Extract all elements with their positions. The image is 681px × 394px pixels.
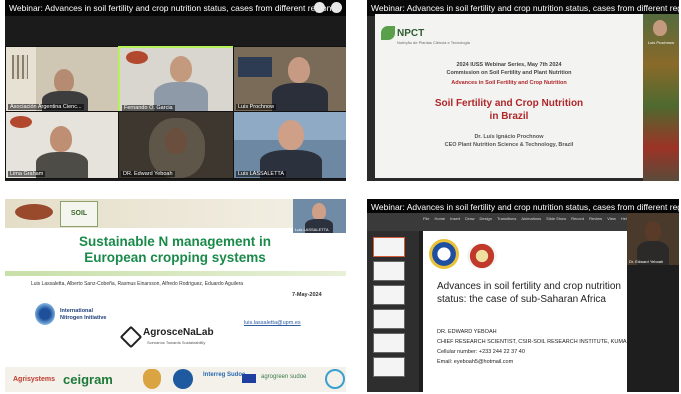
npct-slide-panel: Webinar: Advances in soil fertility and … [367,0,679,181]
slide-title-line2: status: the case of sub-Saharan Africa [437,294,606,305]
presentation-slide: Advances in soil fertility and crop nutr… [423,231,632,392]
interreg-logo: Interreg Sudoe [203,372,246,378]
slide-thumbnail[interactable] [373,333,405,353]
camera-name: Dr. Edward Yeboah [629,259,664,264]
ceigram-logo: ceigram [63,372,113,387]
yeboah-slide-panel: Webinar: Advances in soil fertility and … [367,199,679,392]
participant-name: Luis Prochnow [236,104,277,110]
participant-name: Luis LASSALETTA [236,171,287,177]
ribbon-tab[interactable]: File [423,216,429,221]
iuss-logo-icon [15,204,53,220]
slide-title-line1: Soil Fertility and Crop Nutrition [434,98,584,109]
speaker-position: CHIEF RESEARCH SCIENTIST, CSIR-SOIL RESE… [437,339,632,345]
ini-logo-line1: International [60,308,94,314]
speaker-name: Luis Prochnow [647,40,675,45]
crest-logo-icon [143,369,161,389]
video-title-bar: Webinar: Advances in soil fertility and … [5,0,346,16]
agrogreen-logo: agrogreen sudoe [261,374,307,380]
csir-logo-icon [429,239,459,269]
slide-thumbnail[interactable] [373,357,405,377]
agrosce-logo-icon [119,325,143,349]
eu-flag-icon [242,374,256,383]
ribbon-tab[interactable]: Home [434,216,445,221]
circle-logo-icon [325,369,345,389]
video-title: Webinar: Advances in soil fertility and … [9,3,336,13]
participant-tile[interactable]: Fernando O. Garcia [118,46,236,114]
clock-icon[interactable] [314,2,325,13]
ribbon-tab[interactable]: Insert [450,216,460,221]
slide-thumbnail[interactable] [373,309,405,329]
author-name: Dr. Luís Ignácio Prochnow [474,134,544,140]
participant-name: Asociación Argentina Cienc... [8,104,84,110]
slide-thumbnail[interactable] [373,261,405,281]
npct-logo-subtitle: Nutrição de Plantas Ciência e Tecnologia [397,40,470,45]
slide-title-line1: Sustainable N management in [78,234,272,249]
ribbon-tab[interactable]: Transitions [497,216,516,221]
speaker-camera: Dr. Edward Yeboah [627,213,679,265]
speaker-phone: Cellular number: +233 244 22 37 40 [437,349,525,355]
speaker-camera: Luis LASSALETTA [293,199,346,233]
participant-name: Lima Graham [8,171,46,177]
slide-title-line1: Advances in soil fertility and crop nutr… [437,281,621,292]
zoom-gallery-panel: Webinar: Advances in soil fertility and … [5,0,346,181]
slide-thumbnails [367,231,419,392]
ribbon-tab[interactable]: Record [571,216,584,221]
ribbon-tab[interactable]: Draw [465,216,474,221]
participant-tile[interactable]: Asociación Argentina Cienc... [5,46,119,112]
agrosce-subtitle: Scenarios Towards Sustainability [147,340,206,345]
share-icon[interactable] [331,2,342,13]
npct-logo: NPCT [397,28,425,39]
participant-tile[interactable]: Luis LASSALETTA [233,111,346,179]
speaker-name: DR. EDWARD YEBOAH [437,329,497,335]
lassaletta-slide-panel: SOIL Luis LASSALETTA Sustainable N manag… [5,199,346,392]
video-title: Webinar: Advances in soil fertility and … [371,3,679,13]
ribbon-tab[interactable]: View [607,216,616,221]
slide-title-line2: in Brazil [489,111,529,122]
participant-tile[interactable]: Luis Prochnow [233,46,346,112]
ini-logo-icon [35,303,55,325]
presentation-slide: NPCT Nutrição de Plantas Ciência e Tecno… [375,14,643,178]
slide-title-line2: European cropping systems [84,250,266,265]
webinar-subtitle: Advances in Soil Fertility and Crop Nutr… [451,80,567,86]
university-logo-icon [173,369,193,389]
ribbon-tab[interactable]: Slide Show [546,216,566,221]
ini-logo-line2: Nitrogen Initiative [60,315,107,321]
webinar-series: 2024 IUSS Webinar Series, May 7th 2024 [456,62,562,68]
agrosce-logo: AgrosceNaLab [143,327,214,338]
presentation-date: 7-May-2024 [292,292,322,298]
leaf-logo-icon [381,26,395,40]
slide-thumbnail[interactable] [373,285,405,305]
soil-logo: SOIL [60,201,98,227]
participant-tile[interactable]: Lima Graham [5,111,119,179]
speaker-name: Luis LASSALETTA [295,227,329,232]
author-affiliation: CEO Plant Nutrition Science & Technology… [444,142,574,148]
commission-name: Commission on Soil Fertility and Plant N… [446,70,572,76]
authors-list: Luis Lassaletta, Alberto Sanz-Cobeña, Ra… [31,281,244,287]
ribbon-tab[interactable]: Design [479,216,491,221]
slide-thumbnail[interactable] [373,237,405,257]
speaker-camera: Luis Prochnow [643,14,679,181]
ribbon-tab[interactable]: Review [589,216,602,221]
email-link[interactable]: luis.lassaletta@upm.es [244,320,301,326]
participant-tile[interactable]: DR. Edward Yeboah [118,111,234,179]
video-title: Webinar: Advances in soil fertility and … [371,202,679,212]
ribbon-tab[interactable]: Animations [521,216,541,221]
agrisystems-logo: Agrisystems [13,376,56,383]
soil-institute-logo-icon [467,243,497,269]
participant-name: DR. Edward Yeboah [121,171,175,177]
speaker-email: Email: eyeboah5@hotmail.com [437,359,514,365]
